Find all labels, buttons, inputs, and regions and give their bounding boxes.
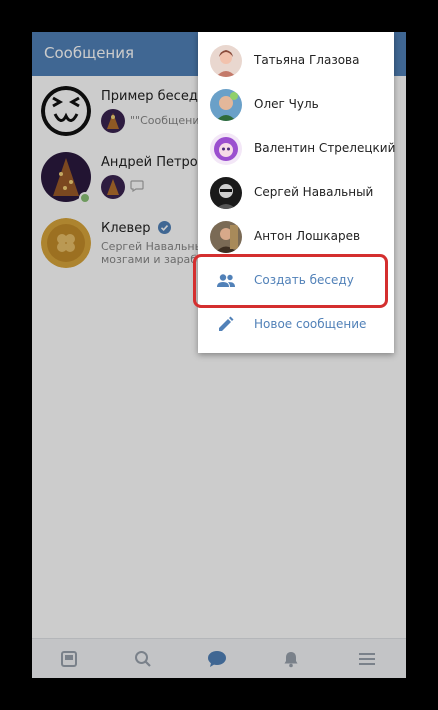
highlight-frame xyxy=(193,254,388,308)
contact-name: Олег Чуль xyxy=(254,97,319,111)
new-message-item[interactable]: Новое сообщение xyxy=(198,303,394,347)
contact-avatar xyxy=(210,89,242,121)
contact-name: Татьяна Глазова xyxy=(254,53,360,67)
contact-avatar xyxy=(210,45,242,77)
menu-contact-item[interactable]: Олег Чуль xyxy=(198,83,394,127)
menu-contact-item[interactable]: Валентин Стрелецкий xyxy=(198,127,396,171)
vk-app-screen: Сообщения Пример беседы ""Сообщени Андре… xyxy=(32,32,406,678)
contact-name: Сергей Навальный xyxy=(254,185,374,199)
contact-avatar xyxy=(210,177,242,209)
menu-contact-item[interactable]: Антон Лошкарев xyxy=(198,215,394,259)
menu-contact-item[interactable]: Сергей Навальный xyxy=(198,171,394,215)
contact-name: Антон Лошкарев xyxy=(254,229,361,243)
pencil-icon xyxy=(219,316,234,331)
contact-name: Валентин Стрелецкий xyxy=(254,141,396,155)
new-message-label: Новое сообщение xyxy=(254,317,367,331)
menu-contact-item[interactable]: Татьяна Глазова xyxy=(198,39,394,83)
contact-avatar xyxy=(210,221,242,253)
contact-avatar xyxy=(210,133,242,165)
